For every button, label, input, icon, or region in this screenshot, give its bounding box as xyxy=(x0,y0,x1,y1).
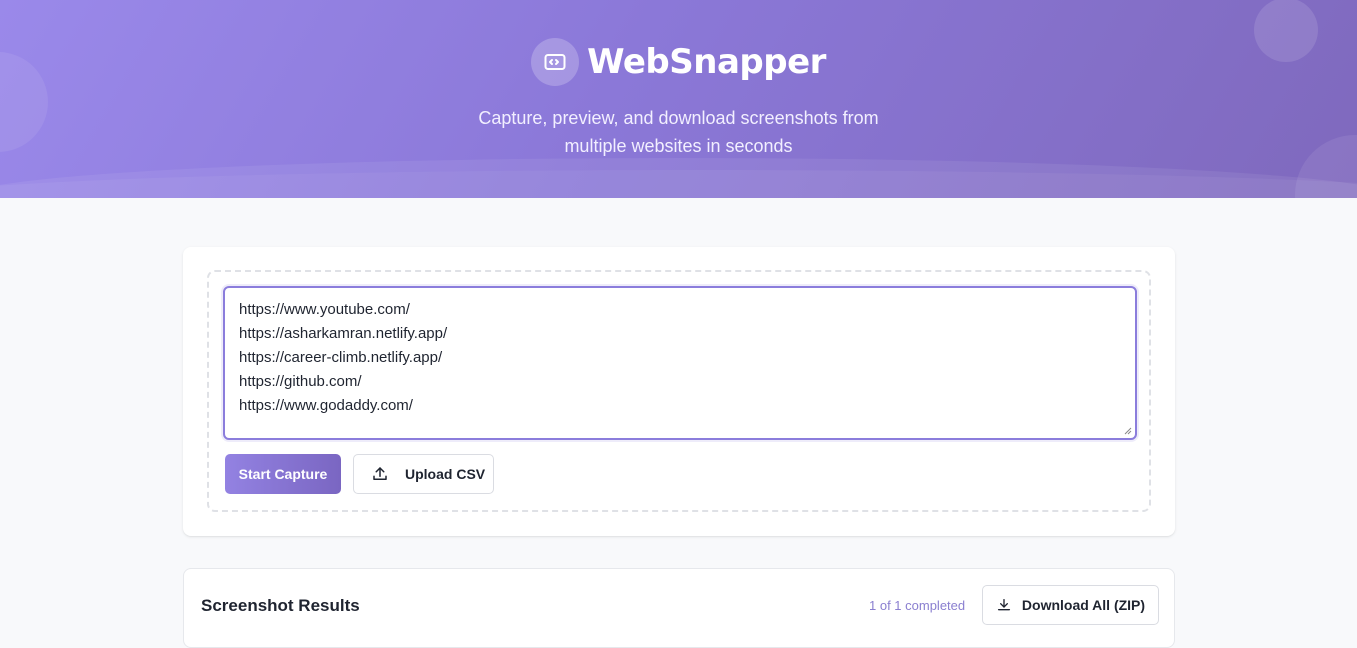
url-line: https://www.youtube.com/ xyxy=(239,301,410,318)
resize-handle-icon[interactable] xyxy=(1124,427,1132,435)
decorative-wave xyxy=(0,158,1357,198)
tagline-line: Capture, preview, and download screensho… xyxy=(478,108,879,128)
start-capture-button[interactable]: Start Capture xyxy=(225,454,341,494)
tagline-line: multiple websites in seconds xyxy=(564,136,793,156)
results-progress-text: 1 of 1 completed xyxy=(869,598,966,613)
url-line: https://www.godaddy.com/ xyxy=(239,397,413,414)
url-line: https://asharkamran.netlify.app/ xyxy=(239,325,448,342)
capture-card: https://www.youtube.com/ https://asharka… xyxy=(183,247,1175,536)
csv-drop-zone[interactable]: https://www.youtube.com/ https://asharka… xyxy=(207,270,1151,512)
screenshot-code-icon xyxy=(531,38,580,86)
app-title: WebSnapper xyxy=(587,42,826,82)
download-all-zip-button[interactable]: Download All (ZIP) xyxy=(982,585,1159,625)
upload-icon xyxy=(373,467,387,480)
url-line: https://career-climb.netlify.app/ xyxy=(239,349,443,366)
url-textarea[interactable]: https://www.youtube.com/ https://asharka… xyxy=(223,286,1137,440)
upload-csv-label: Upload CSV xyxy=(405,466,486,482)
brand: WebSnapper xyxy=(0,38,1357,86)
upload-csv-button[interactable]: Upload CSV xyxy=(353,454,494,494)
download-icon xyxy=(997,599,1010,611)
results-panel: Screenshot Results 1 of 1 completed Down… xyxy=(183,568,1175,648)
url-line: https://github.com/ xyxy=(239,373,362,390)
results-title: Screenshot Results xyxy=(201,596,360,615)
hero-header: WebSnapper Capture, preview, and downloa… xyxy=(0,0,1357,198)
download-all-label: Download All (ZIP) xyxy=(1021,597,1146,613)
tagline: Capture, preview, and download screensho… xyxy=(0,104,1357,160)
